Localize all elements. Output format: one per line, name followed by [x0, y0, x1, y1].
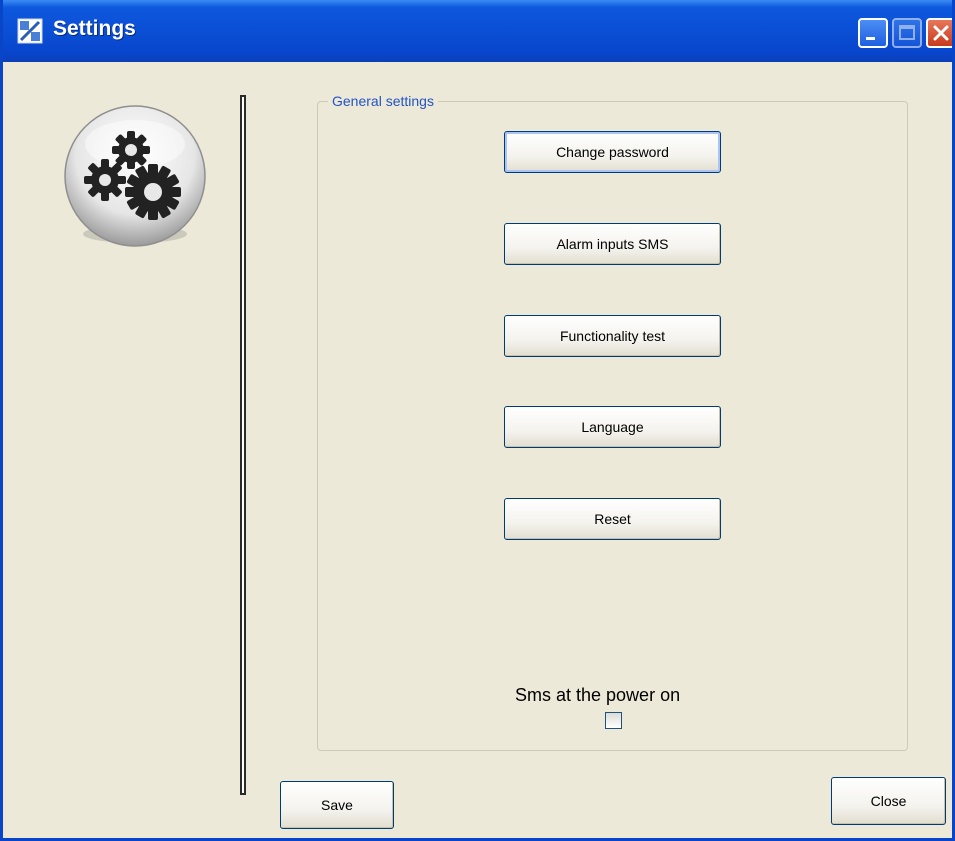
- title-bar[interactable]: Settings: [3, 0, 952, 62]
- change-password-button[interactable]: Change password: [504, 131, 721, 173]
- close-button[interactable]: Close: [831, 777, 946, 825]
- language-button[interactable]: Language: [504, 406, 721, 448]
- vertical-separator: [240, 95, 246, 795]
- group-legend: General settings: [328, 93, 438, 109]
- maximize-icon: [899, 25, 915, 40]
- gears-icon: [64, 105, 206, 247]
- settings-window: Settings General settings Change passwor…: [0, 0, 955, 841]
- reset-button[interactable]: Reset: [504, 498, 721, 540]
- minimize-button[interactable]: [858, 18, 888, 48]
- sms-power-on-label: Sms at the power on: [515, 685, 681, 705]
- settings-app-icon: [17, 18, 43, 44]
- save-button[interactable]: Save: [280, 781, 394, 829]
- client-area: General settings Change password Alarm i…: [3, 62, 952, 838]
- maximize-button[interactable]: [892, 18, 922, 48]
- minimize-icon: [866, 37, 875, 40]
- functionality-test-button[interactable]: Functionality test: [504, 315, 721, 357]
- alarm-inputs-sms-button[interactable]: Alarm inputs SMS: [504, 223, 721, 265]
- close-icon: [933, 25, 949, 41]
- sms-power-on-checkbox[interactable]: [605, 712, 622, 729]
- window-title: Settings: [53, 17, 136, 40]
- close-window-button[interactable]: [926, 18, 952, 48]
